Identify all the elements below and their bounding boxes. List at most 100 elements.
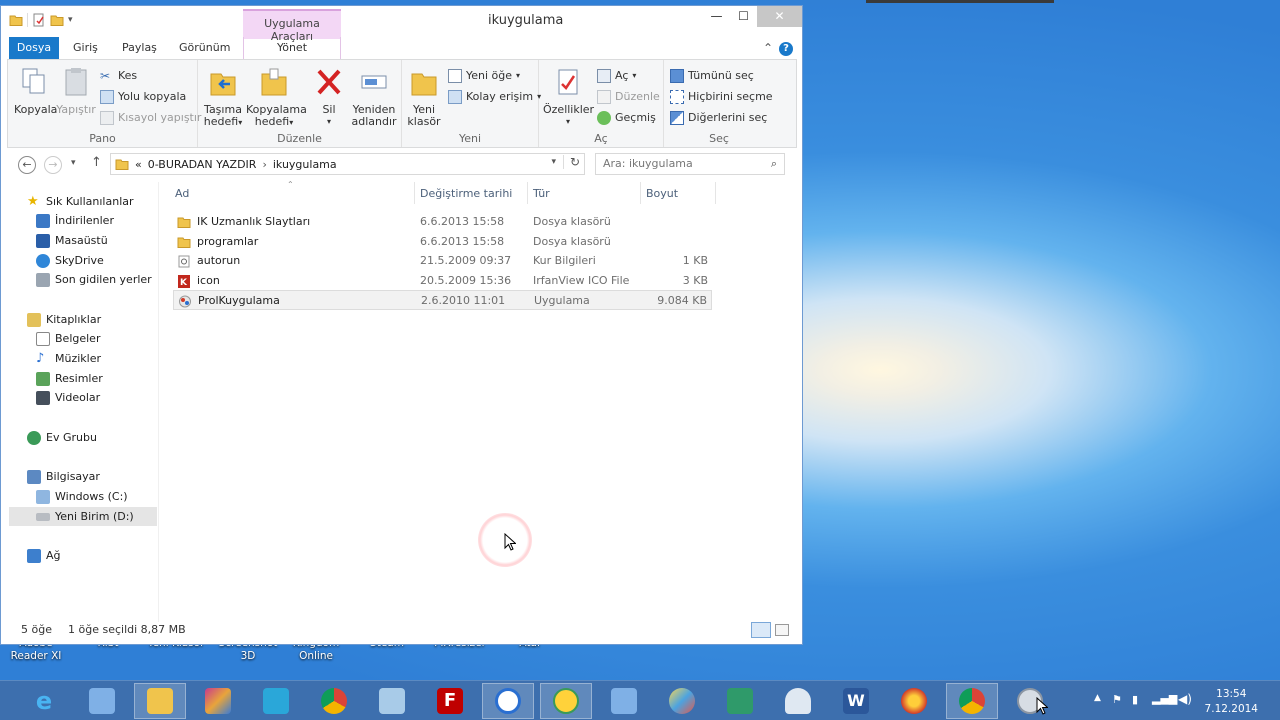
nav-drive-d[interactable]: Yeni Birim (D:) bbox=[9, 507, 157, 526]
taskbar-word[interactable]: W bbox=[830, 683, 882, 719]
pane-divider[interactable] bbox=[158, 182, 159, 622]
new-folder-button[interactable]: Yeni klasör bbox=[406, 66, 442, 128]
history-button[interactable]: Geçmiş bbox=[597, 109, 656, 127]
taskbar-quill[interactable] bbox=[714, 683, 766, 719]
nav-music[interactable]: ♪ Müzikler bbox=[36, 349, 101, 368]
taskbar-winrar[interactable] bbox=[192, 683, 244, 719]
column-header-type[interactable]: Tür bbox=[533, 187, 550, 200]
large-icons-view-icon[interactable] bbox=[775, 624, 789, 636]
show-hidden-icons[interactable]: ▲ bbox=[1094, 693, 1101, 703]
qat-dropdown-icon[interactable]: ▾ bbox=[68, 15, 73, 25]
copy-path-button[interactable]: Yolu kopyala bbox=[100, 88, 186, 106]
nav-favorites[interactable]: ★ Sık Kullanılanlar bbox=[27, 192, 134, 211]
table-row[interactable]: Kicon 20.5.2009 15:36 IrfanView ICO File… bbox=[173, 271, 712, 291]
taskbar-chrome-2[interactable] bbox=[946, 683, 998, 719]
nav-homegroup[interactable]: Ev Grubu bbox=[27, 428, 97, 447]
nav-desktop[interactable]: Masaüstü bbox=[36, 231, 108, 250]
signal-icon[interactable]: ▂▄▆ bbox=[1152, 692, 1177, 705]
file-name[interactable]: programlar bbox=[197, 232, 258, 252]
file-name[interactable]: ProlKuygulama bbox=[198, 291, 280, 311]
tab-home[interactable]: Giriş bbox=[73, 37, 98, 59]
taskbar-media[interactable] bbox=[888, 683, 940, 719]
taskbar-file-explorer[interactable] bbox=[134, 683, 186, 719]
nav-network[interactable]: Ağ bbox=[27, 546, 61, 565]
volume-icon[interactable]: ◀) bbox=[1178, 692, 1192, 706]
table-row[interactable]: IK Uzmanlık Slaytları 6.6.2013 15:58 Dos… bbox=[173, 212, 712, 232]
search-input[interactable]: Ara: ikuygulama bbox=[603, 157, 693, 170]
back-button[interactable]: ← bbox=[18, 156, 36, 174]
taskbar-internet-explorer[interactable]: e bbox=[18, 683, 70, 719]
taskbar-network[interactable] bbox=[598, 683, 650, 719]
delete-button[interactable]: Sil ▾ bbox=[314, 66, 344, 128]
column-separator[interactable] bbox=[640, 182, 641, 204]
search-icon[interactable]: ⌕ bbox=[771, 154, 777, 174]
help-icon[interactable]: ? bbox=[779, 42, 793, 56]
up-button[interactable]: ↑ bbox=[91, 155, 102, 170]
column-separator[interactable] bbox=[527, 182, 528, 204]
new-item-button[interactable]: Yeni öğe ▾ bbox=[448, 67, 520, 85]
close-button[interactable]: ✕ bbox=[757, 6, 802, 27]
taskbar-filezilla[interactable]: F bbox=[424, 683, 476, 719]
easy-access-button[interactable]: Kolay erişim ▾ bbox=[448, 88, 541, 106]
nav-documents[interactable]: Belgeler bbox=[36, 329, 100, 348]
battery-icon[interactable]: ▮ bbox=[1132, 693, 1138, 706]
refresh-icon[interactable]: ↻ bbox=[562, 155, 580, 169]
cut-button[interactable]: ✂ Kes bbox=[100, 67, 137, 85]
nav-downloads[interactable]: İndirilenler bbox=[36, 211, 114, 230]
copy-to-button[interactable]: Kopyalama hedefi▾ bbox=[246, 66, 307, 129]
forward-button[interactable]: → bbox=[44, 156, 62, 174]
taskbar-control-panel[interactable] bbox=[76, 683, 128, 719]
invert-selection-button[interactable]: Diğerlerini seç bbox=[670, 109, 767, 127]
table-row[interactable]: programlar 6.6.2013 15:58 Dosya klasörü bbox=[173, 232, 712, 252]
nav-pictures[interactable]: Resimler bbox=[36, 369, 103, 388]
column-separator[interactable] bbox=[715, 182, 716, 204]
breadcrumb-item[interactable]: ikuygulama bbox=[273, 158, 337, 171]
clock[interactable]: 13:54 7.12.2014 bbox=[1205, 687, 1258, 717]
tab-share[interactable]: Paylaş bbox=[122, 37, 157, 59]
recent-locations-icon[interactable]: ▾ bbox=[71, 158, 76, 168]
open-button[interactable]: Aç ▾ bbox=[597, 67, 636, 85]
tab-manage[interactable]: Yönet bbox=[243, 37, 341, 59]
table-row[interactable]: autorun 21.5.2009 09:37 Kur Bilgileri 1 … bbox=[173, 251, 712, 271]
column-header-date[interactable]: Değiştirme tarihi bbox=[420, 187, 512, 200]
action-center-icon[interactable]: ⚑ bbox=[1112, 693, 1122, 706]
new-folder-icon[interactable] bbox=[50, 13, 64, 27]
details-view-icon[interactable] bbox=[751, 622, 771, 638]
breadcrumb-item[interactable]: 0-BURADAN YAZDIR bbox=[148, 158, 257, 171]
taskbar-notepad[interactable] bbox=[366, 683, 418, 719]
maximize-button[interactable]: ☐ bbox=[730, 6, 757, 27]
minimize-button[interactable]: — bbox=[703, 6, 730, 27]
taskbar-camera[interactable] bbox=[1004, 683, 1056, 719]
column-separator[interactable] bbox=[414, 182, 415, 204]
nav-recent-places[interactable]: Son gidilen yerler bbox=[36, 270, 152, 289]
nav-libraries[interactable]: Kitaplıklar bbox=[27, 310, 101, 329]
tab-file[interactable]: Dosya bbox=[9, 37, 59, 59]
nav-videos[interactable]: Videolar bbox=[36, 388, 100, 407]
breadcrumb-separator[interactable]: › bbox=[262, 158, 266, 171]
taskbar-mail[interactable] bbox=[250, 683, 302, 719]
address-dropdown-icon[interactable]: ▾ bbox=[551, 157, 556, 167]
paste-shortcut-button[interactable]: Kısayol yapıştır bbox=[100, 109, 201, 127]
search-box[interactable]: Ara: ikuygulama ⌕ bbox=[595, 153, 785, 175]
properties-button[interactable]: Özellikler ▾ bbox=[543, 66, 594, 128]
edit-button[interactable]: Düzenle bbox=[597, 88, 660, 106]
taskbar-tool[interactable] bbox=[772, 683, 824, 719]
paste-button[interactable]: Yapıştır bbox=[56, 66, 96, 116]
nav-drive-c[interactable]: Windows (C:) bbox=[36, 487, 128, 506]
column-header-size[interactable]: Boyut bbox=[646, 187, 678, 200]
properties-icon[interactable] bbox=[32, 13, 46, 27]
table-row-selected[interactable]: ProlKuygulama 2.6.2010 11:01 Uygulama 9.… bbox=[173, 290, 712, 310]
collapse-ribbon-icon[interactable]: ⌃ bbox=[763, 37, 773, 59]
taskbar-smiley-app[interactable] bbox=[540, 683, 592, 719]
rename-button[interactable]: Yeniden adlandır bbox=[348, 66, 400, 128]
nav-skydrive[interactable]: SkyDrive bbox=[36, 251, 104, 270]
file-name[interactable]: autorun bbox=[197, 251, 240, 271]
taskbar-paint[interactable] bbox=[656, 683, 708, 719]
column-header-name[interactable]: Ad bbox=[175, 187, 189, 200]
select-all-button[interactable]: Tümünü seç bbox=[670, 67, 754, 85]
breadcrumb-overflow[interactable]: « bbox=[135, 158, 142, 171]
taskbar-chrome[interactable] bbox=[308, 683, 360, 719]
address-box[interactable]: « 0-BURADAN YAZDIR › ikuygulama ▾ ↻ bbox=[110, 153, 585, 175]
file-name[interactable]: IK Uzmanlık Slaytları bbox=[197, 212, 310, 232]
taskbar-cursor-app[interactable] bbox=[482, 683, 534, 719]
